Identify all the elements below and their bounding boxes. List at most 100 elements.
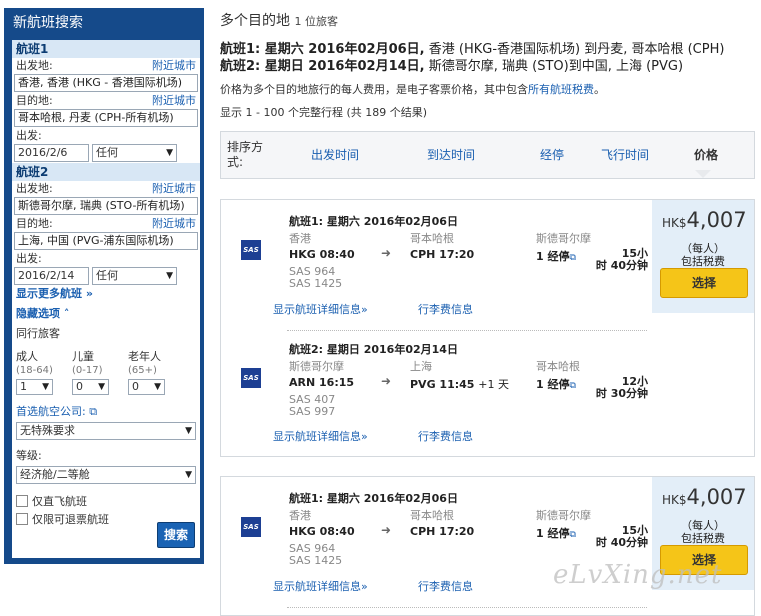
per-person-label: （每人） [681, 242, 725, 255]
chevron-down-icon: ▼ [166, 148, 173, 158]
leg-title: 航班1: 星期六 2016年02月06日 [289, 215, 458, 228]
child-count-select[interactable]: 0 ▼ [72, 379, 109, 395]
duration-minutes: 时 40分钟 [595, 536, 648, 549]
segment1-heading: 航班1 [12, 40, 200, 58]
chevron-down-icon: ▼ [154, 382, 161, 392]
origin-city: 香港 [289, 509, 311, 522]
segment2-from-nearby-link[interactable]: 附近城市 [152, 181, 196, 196]
external-link-icon: ⧉ [569, 381, 576, 391]
segment1-from-nearby-link[interactable]: 附近城市 [152, 58, 196, 73]
segment2-from-row: 出发地: 附近城市 [12, 181, 200, 196]
nonstop-only-checkbox[interactable]: 仅直飞航班 [12, 492, 200, 510]
sort-depart-time[interactable]: 出发时间 [291, 132, 379, 178]
flight-details-link[interactable]: 显示航班详细信息» [273, 580, 368, 593]
search-button[interactable]: 搜索 [157, 522, 195, 548]
senior-count-select[interactable]: 0 ▼ [128, 379, 165, 395]
chevron-down-icon: ▼ [185, 470, 192, 480]
chevron-up-icon: ˄ [63, 307, 70, 320]
search-form: 航班1 出发地: 附近城市 香港, 香港 (HKG - 香港国际机场) 目的地:… [12, 40, 200, 558]
sort-stops[interactable]: 经停 [525, 132, 579, 178]
stop-count-text: 1 经停 [536, 378, 570, 391]
select-button[interactable]: 选择 [660, 268, 748, 298]
origin-city: 香港 [289, 232, 311, 245]
flight-duration: 12小 时 30分钟 [594, 376, 648, 400]
show-more-flights-text: 显示更多航班 [16, 287, 82, 300]
external-link-icon: ⧉ [569, 530, 576, 540]
sort-duration[interactable]: 飞行时间 [593, 132, 657, 178]
flight-details-link[interactable]: 显示航班详细信息» [273, 430, 368, 443]
external-link-icon[interactable]: ⧉ [89, 405, 97, 418]
arrival-time: CPH 17:20 [410, 248, 475, 261]
senior-selector: 老年人 (65+) 0 ▼ [128, 350, 166, 395]
segment1-time-select[interactable]: 任何 ▼ [92, 144, 177, 162]
arrow-right-icon: ➜ [381, 374, 392, 388]
refundable-only-label: 仅限可退票航班 [32, 513, 109, 526]
price-note-text: 价格为多个目的地旅行的每人费用，是电子客票价格，其中包含 [220, 83, 528, 96]
sort-arrive-time[interactable]: 到达时间 [411, 132, 491, 178]
segment2-from-input[interactable]: 斯德哥尔摩, 瑞典 (STO-所有机场) [14, 197, 198, 215]
leg-divider [287, 607, 647, 608]
passengers-label: 同行旅客 [16, 327, 60, 340]
child-count-value: 0 [76, 380, 83, 393]
cabin-class-select[interactable]: 经济舱/二等舱 ▼ [16, 466, 196, 484]
flight-number: SAS 997 [289, 405, 336, 418]
segment1-to-input[interactable]: 哥本哈根, 丹麦 (CPH-所有机场) [14, 109, 198, 127]
preferred-airline-value: 无特殊要求 [20, 424, 75, 437]
stop-count[interactable]: 1 经停⧉ [536, 525, 576, 541]
show-more-flights-link[interactable]: 显示更多航班 » [12, 286, 200, 302]
preferred-airline-text: 首选航空公司: [16, 405, 86, 418]
destination-city: 上海 [410, 360, 432, 373]
segment2-heading: 航班2 [12, 163, 200, 181]
flight-numbers: SAS 407 SAS 997 [289, 394, 335, 418]
stop-count[interactable]: 1 经停⧉ [536, 248, 576, 264]
segment1-from-input[interactable]: 香港, 香港 (HKG - 香港国际机场) [14, 74, 198, 92]
chevron-down-icon: ▼ [166, 271, 173, 281]
departure: HKG 08:40 [289, 525, 355, 538]
segment1-to-nearby-link[interactable]: 附近城市 [152, 93, 196, 108]
baggage-fee-link[interactable]: 行李费信息 [418, 578, 473, 594]
adult-count-select[interactable]: 1 ▼ [16, 379, 53, 395]
duration-minutes: 时 30分钟 [595, 387, 648, 400]
segment1-date-row: 2016/2/6 任何 ▼ [12, 143, 200, 163]
stop-count[interactable]: 1 经停⧉ [536, 376, 576, 392]
segment2-to-input[interactable]: 上海, 中国 (PVG-浦东国际机场) [14, 232, 198, 250]
segment1-date-input[interactable]: 2016/2/6 [14, 144, 89, 162]
flight-details-text: 显示航班详细信息 [273, 303, 361, 316]
flight-numbers: SAS 964 SAS 1425 [289, 543, 342, 567]
hide-options-link[interactable]: 隐藏选项 ˄ [12, 306, 200, 322]
arrival: CPH 17:20 [410, 248, 474, 261]
stopover-city: 斯德哥尔摩 [536, 232, 591, 245]
price-amount: 4,007 [686, 208, 747, 232]
segment2-summary-date: 航班2: 星期日 2016年02月14日, [220, 59, 425, 74]
segment2-to-nearby-link[interactable]: 附近城市 [152, 216, 196, 231]
result-count: 显示 1 - 100 个完整行程 (共 189 个结果) [220, 106, 428, 119]
segment2-summary-route: 斯德哥尔摩, 瑞典 (STO)到中国, 上海 (PVG) [424, 59, 684, 74]
watermark: eLvXing.net [553, 560, 723, 590]
stop-count-text: 1 经停 [536, 250, 570, 263]
price-currency: HK$ [662, 493, 687, 507]
senior-label: 老年人 [128, 350, 161, 363]
arrival: PVG 11:45 +1 天 [410, 376, 509, 392]
segment2-date-label-text: 出发: [16, 252, 42, 265]
baggage-fee-link[interactable]: 行李费信息 [418, 301, 473, 317]
preferred-airline-select[interactable]: 无特殊要求 ▼ [16, 422, 196, 440]
adult-count-value: 1 [20, 380, 27, 393]
baggage-fee-link[interactable]: 行李费信息 [418, 428, 473, 444]
segment2-date-input[interactable]: 2016/2/14 [14, 267, 89, 285]
departure: ARN 16:15 [289, 376, 355, 389]
chevron-down-icon: » [361, 580, 368, 593]
segment2-time-select[interactable]: 任何 ▼ [92, 267, 177, 285]
segment2-summary: 航班2: 星期日 2016年02月14日, 斯德哥尔摩, 瑞典 (STO)到中国… [220, 55, 683, 74]
price-amount: 4,007 [686, 485, 747, 509]
flight-number: SAS 1425 [289, 277, 343, 290]
checkbox-icon [16, 495, 28, 507]
price-note-end: 。 [594, 83, 605, 96]
chevron-down-icon: ▼ [185, 426, 192, 436]
flight-details-link[interactable]: 显示航班详细信息» [273, 303, 368, 316]
all-taxes-link[interactable]: 所有航班税费 [528, 83, 594, 96]
leg-title: 航班2: 星期日 2016年02月14日 [289, 343, 458, 356]
chevron-down-icon: ▼ [42, 382, 49, 392]
senior-count-value: 0 [132, 380, 139, 393]
flight-details-text: 显示航班详细信息 [273, 580, 361, 593]
flight-duration: 15小 时 40分钟 [594, 525, 648, 549]
